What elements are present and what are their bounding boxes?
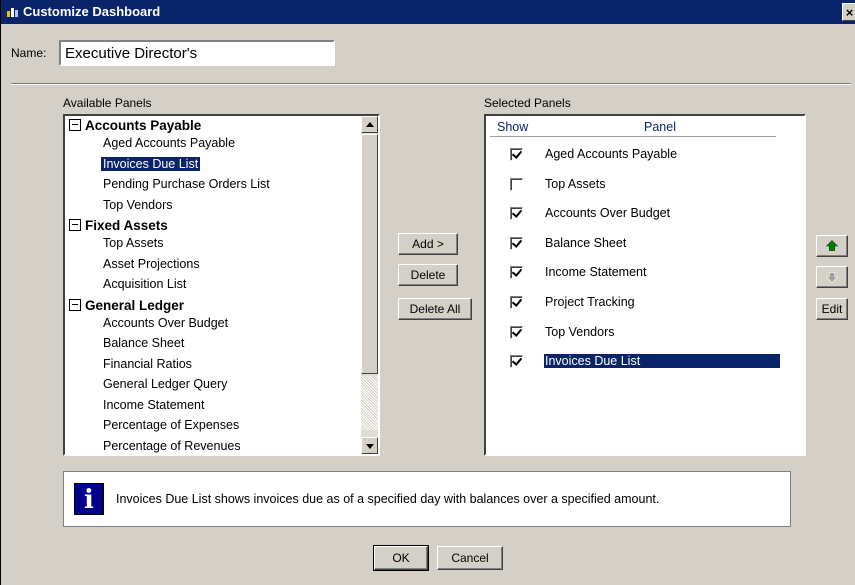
collapse-icon[interactable] xyxy=(69,119,81,131)
tree-item[interactable]: Aged Accounts Payable xyxy=(101,136,237,150)
app-icon xyxy=(7,8,18,17)
move-up-button[interactable] xyxy=(816,235,848,257)
close-button[interactable]: × xyxy=(842,3,855,21)
show-checkbox[interactable] xyxy=(510,148,523,161)
cancel-button[interactable]: Cancel xyxy=(437,546,503,570)
selected-panel-row[interactable]: Project Tracking xyxy=(486,294,782,314)
collapse-icon[interactable] xyxy=(69,298,81,311)
tree-item[interactable]: Accounts Over Budget xyxy=(101,316,230,330)
panel-label: Accounts Over Budget xyxy=(545,206,671,221)
down-arrow-icon xyxy=(825,272,839,283)
tree-item[interactable]: Invoices Due List xyxy=(101,156,201,171)
panel-label: Top Assets xyxy=(545,176,606,191)
tree-group-label: General Ledger xyxy=(85,297,185,313)
tree-item[interactable]: Asset Projections xyxy=(101,257,202,271)
panel-description: i Invoices Due List shows invoices due a… xyxy=(63,471,791,527)
panel-label: Aged Accounts Payable xyxy=(545,147,678,161)
window-title: Customize Dashboard xyxy=(23,4,161,19)
scroll-up-arrow-icon xyxy=(366,122,374,127)
panel-label: Balance Sheet xyxy=(545,235,627,250)
selected-panel-row[interactable]: Income Statement xyxy=(486,264,782,284)
show-checkbox[interactable] xyxy=(510,207,523,221)
move-down-button[interactable] xyxy=(816,266,848,288)
tree-item[interactable]: Percentage of Revenues xyxy=(101,439,243,453)
tree-group-label: Fixed Assets xyxy=(85,218,168,233)
delete-button[interactable]: Delete xyxy=(398,264,458,286)
tree-item[interactable]: Balance Sheet xyxy=(101,336,186,350)
ok-button[interactable]: OK xyxy=(373,545,429,571)
selected-panel-row[interactable]: Invoices Due List xyxy=(486,353,782,373)
header-separator xyxy=(490,136,776,137)
selected-panel-row[interactable]: Top Vendors xyxy=(486,324,782,344)
show-checkbox[interactable] xyxy=(510,266,523,280)
edit-button[interactable]: Edit xyxy=(816,298,848,320)
selected-panels-label: Selected Panels xyxy=(484,96,571,110)
up-arrow-icon xyxy=(825,240,839,251)
selected-panel-row[interactable]: Accounts Over Budget xyxy=(486,205,782,225)
tree-item[interactable]: Acquisition List xyxy=(101,277,188,291)
name-label: Name: xyxy=(11,46,47,60)
customize-dashboard-dialog: Customize Dashboard × Name: Available Pa… xyxy=(0,0,855,585)
tree-group[interactable]: General Ledger xyxy=(69,298,184,316)
delete-all-button[interactable]: Delete All xyxy=(398,298,472,320)
tree-item[interactable]: Top Vendors xyxy=(101,198,175,212)
add-button[interactable]: Add > xyxy=(398,233,458,255)
description-text: Invoices Due List shows invoices due as … xyxy=(116,492,660,506)
info-icon: i xyxy=(74,483,104,515)
show-checkbox[interactable] xyxy=(510,236,523,250)
selected-panels-list[interactable]: Show Panel Aged Accounts Payable Top Asse… xyxy=(484,114,806,456)
available-panels-list[interactable]: Accounts Payable Aged Accounts Payable Inv… xyxy=(63,114,380,456)
scroll-down-arrow-icon xyxy=(366,444,374,449)
selected-panel-row[interactable]: Balance Sheet xyxy=(486,235,782,255)
tree-item[interactable]: Pending Purchase Orders List xyxy=(101,177,272,191)
show-column-header[interactable]: Show xyxy=(497,120,528,134)
panel-label: Project Tracking xyxy=(545,295,635,309)
tree-group[interactable]: Fixed Assets xyxy=(69,218,168,236)
collapse-icon[interactable] xyxy=(69,219,81,231)
scroll-down-button[interactable] xyxy=(361,437,378,454)
tree-item[interactable]: Income Statement xyxy=(101,398,206,412)
show-checkbox[interactable] xyxy=(510,325,523,339)
tree-group-label: Accounts Payable xyxy=(85,118,202,133)
show-checkbox[interactable] xyxy=(510,296,523,309)
panel-label: Invoices Due List xyxy=(544,354,780,369)
show-checkbox[interactable] xyxy=(510,177,523,191)
panel-column-header[interactable]: Panel xyxy=(644,120,676,134)
tree-item[interactable]: General Ledger Query xyxy=(101,377,229,391)
show-checkbox[interactable] xyxy=(510,355,523,369)
tree-item[interactable]: Financial Ratios xyxy=(101,357,194,371)
scroll-up-button[interactable] xyxy=(361,116,378,133)
name-input[interactable] xyxy=(59,40,335,66)
panel-label: Income Statement xyxy=(545,265,647,280)
panel-label: Top Vendors xyxy=(545,324,615,339)
available-scrollbar[interactable] xyxy=(361,116,378,454)
tree-item[interactable]: Percentage of Expenses xyxy=(101,418,241,432)
tree-group[interactable]: Accounts Payable xyxy=(69,118,201,136)
scroll-thumb[interactable] xyxy=(361,134,378,374)
selected-panel-row[interactable]: Aged Accounts Payable xyxy=(486,146,782,166)
selected-panel-row[interactable]: Top Assets xyxy=(486,176,782,196)
title-bar[interactable]: Customize Dashboard × xyxy=(1,0,855,24)
tree-item[interactable]: Top Assets xyxy=(101,236,165,250)
divider xyxy=(11,83,851,85)
scroll-track[interactable] xyxy=(361,376,378,430)
available-panels-label: Available Panels xyxy=(63,96,152,110)
